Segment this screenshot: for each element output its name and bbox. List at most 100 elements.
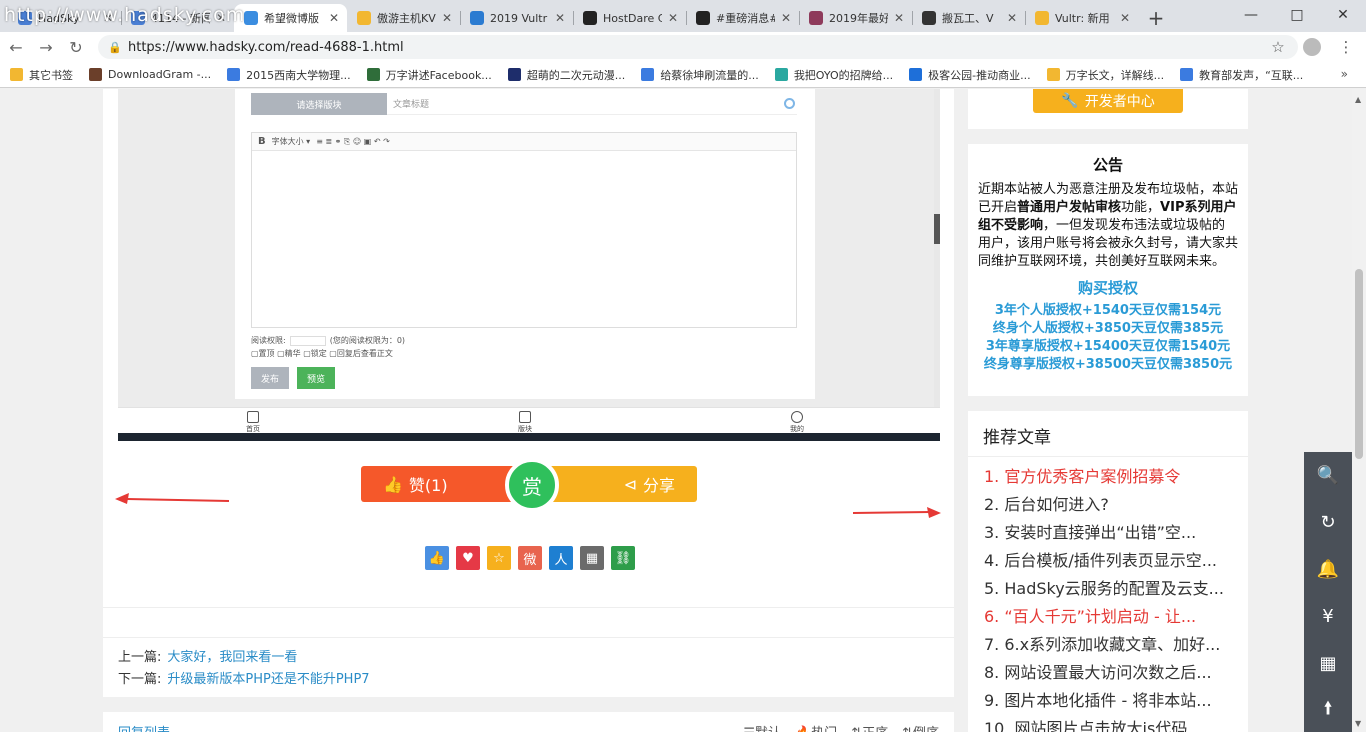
recommended-item[interactable]: 6. “百人千元”计划启动 - 让... — [984, 603, 1238, 631]
bookmark-favicon-icon — [1046, 68, 1060, 81]
address-bar[interactable]: 🔒 https://www.hadsky.com/read-4688-1.htm… — [98, 35, 1298, 59]
reload-icon[interactable]: ↻ — [62, 33, 90, 61]
tab-8[interactable]: 搬瓦工、V ✕ — [912, 4, 1025, 32]
bookmark-item[interactable]: DownloadGram -... — [89, 68, 211, 81]
buy-license-item[interactable]: 终身尊享版授权+38500天豆仅需3850元 — [978, 356, 1238, 374]
reply-sort-option[interactable]: ⇅正序 — [851, 722, 888, 732]
tab-3[interactable]: 傲游主机KV ✕ — [347, 4, 460, 32]
tab-2[interactable]: 希望微博版 ✕ — [234, 4, 347, 32]
user-icon — [791, 411, 803, 423]
page-scrollbar[interactable]: ▲ ▼ — [1352, 89, 1366, 732]
back-to-top-icon[interactable]: 🠙 — [1304, 687, 1352, 732]
bookmark-item[interactable]: 超萌的二次元动漫... — [507, 67, 625, 83]
bookmark-star-icon[interactable]: ☆ — [1266, 35, 1290, 59]
share-link-icon[interactable]: ⛓ — [611, 546, 635, 570]
buy-license-item[interactable]: 终身个人版授权+3850天豆仅需385元 — [978, 320, 1238, 338]
scroll-up-icon[interactable]: ▲ — [1355, 95, 1361, 104]
bookmark-item[interactable]: 万字长文，详解线... — [1046, 67, 1164, 83]
share-qrcode-icon[interactable]: ▦ — [580, 546, 604, 570]
maximize-icon[interactable]: □ — [1274, 0, 1320, 30]
menu-icon[interactable]: ⋮ — [1334, 35, 1358, 59]
bookmark-item[interactable]: 万字讲述Facebook... — [366, 67, 492, 83]
nav-mine: 我的 — [790, 411, 804, 434]
url-text: https://www.hadsky.com/read-4688-1.html — [128, 39, 404, 55]
buy-license-item[interactable]: 3年尊享版授权+15400天豆仅需1540元 — [978, 338, 1238, 356]
bookmark-item[interactable]: 我把OYO的招牌给... — [774, 67, 894, 83]
home-icon — [247, 411, 259, 423]
reward-button[interactable]: 赏 — [505, 458, 559, 512]
bookmark-item[interactable]: 其它书签 — [10, 67, 73, 83]
qrcode-icon[interactable]: ▦ — [1304, 640, 1352, 687]
search-icon[interactable]: 🔍 — [1304, 452, 1352, 499]
bookmark-item[interactable]: 2015西南大学物理... — [227, 67, 351, 83]
tab-favicon-icon — [470, 11, 484, 25]
article-screenshot: 请选择版块 文章标题 B 字体大小 ▾ ≡ ≣ ⚭ ⎘ ☺ ▣ ↶ ↷ 阅读权限… — [118, 89, 940, 441]
bookmark-item[interactable]: 给蔡徐坤刷流量的... — [641, 67, 759, 83]
next-article-link[interactable]: 升级最新版本PHP还是不能升PHP7 — [167, 672, 369, 687]
recommended-item[interactable]: 5. HadSky云服务的配置及云支... — [984, 575, 1238, 603]
refresh-icon[interactable]: ↻ — [1304, 499, 1352, 546]
recommended-item[interactable]: 1. 官方优秀客户案例招募令 — [984, 463, 1238, 491]
tab-close-icon[interactable]: ✕ — [553, 11, 567, 25]
recommended-item[interactable]: 9. 图片本地化插件 - 将非本站... — [984, 687, 1238, 715]
recommended-item[interactable]: 3. 安装时直接弹出“出错”空... — [984, 519, 1238, 547]
bookmark-item[interactable]: 极客公园-推动商业... — [909, 67, 1031, 83]
tab-close-icon[interactable]: ✕ — [666, 11, 680, 25]
tab-title: 希望微博版 — [264, 12, 319, 25]
reply-list-title: 回复列表 — [118, 722, 170, 732]
divider — [968, 456, 1248, 457]
developer-center-button[interactable]: 🔧 开发者中心 — [1033, 89, 1183, 113]
tab-9[interactable]: Vultr: 新用 ✕ — [1025, 4, 1138, 32]
share-star-icon[interactable]: ☆ — [487, 546, 511, 570]
tab-6[interactable]: #重磅消息# ✕ — [686, 4, 799, 32]
article-card: 请选择版块 文章标题 B 字体大小 ▾ ≡ ≣ ⚭ ⎘ ☺ ▣ ↶ ↷ 阅读权限… — [103, 89, 954, 697]
bookmark-item[interactable]: 教育部发声，“互联... — [1180, 67, 1303, 83]
developer-center-label: 开发者中心 — [1084, 94, 1155, 110]
tab-close-icon[interactable]: ✕ — [779, 11, 793, 25]
reply-sort-option[interactable]: ⇅倒序 — [902, 722, 939, 732]
prev-label: 上一篇: — [118, 650, 162, 665]
new-tab-button[interactable]: + — [1142, 4, 1170, 32]
notification-bell-icon[interactable]: 🔔 — [1304, 546, 1352, 593]
minimize-icon[interactable]: — — [1228, 0, 1274, 30]
bookmark-favicon-icon — [366, 68, 380, 81]
recommended-item[interactable]: 8. 网站设置最大访问次数之后... — [984, 659, 1238, 687]
back-icon[interactable]: ← — [2, 33, 30, 61]
prev-article-link[interactable]: 大家好，我回来看一看 — [167, 650, 297, 665]
bookmark-favicon-icon — [10, 68, 23, 81]
editor-toolbar: B 字体大小 ▾ ≡ ≣ ⚭ ⎘ ☺ ▣ ↶ ↷ — [252, 133, 796, 151]
tab-4[interactable]: 2019 Vultr ✕ — [460, 4, 573, 32]
bookmarks-more-icon[interactable]: » — [1341, 67, 1348, 81]
forward-icon[interactable]: → — [32, 33, 60, 61]
yen-icon[interactable]: ¥ — [1304, 593, 1352, 640]
next-article: 下一篇: 升级最新版本PHP还是不能升PHP7 — [118, 669, 370, 691]
tab-close-icon[interactable]: ✕ — [327, 11, 341, 25]
tab-close-icon[interactable]: ✕ — [440, 11, 454, 25]
share-favorite-icon[interactable]: ♥ — [456, 546, 480, 570]
share-weibo-icon[interactable]: 微 — [518, 546, 542, 570]
share-icon: ⊲ — [623, 474, 637, 494]
recommended-item[interactable]: 2. 后台如何进入? — [984, 491, 1238, 519]
scroll-down-icon[interactable]: ▼ — [1355, 719, 1361, 728]
share-like-icon[interactable]: 👍 — [425, 546, 449, 570]
buy-license-title[interactable]: 购买授权 — [978, 277, 1238, 298]
tab-close-icon[interactable]: ✕ — [1118, 11, 1132, 25]
tab-title: 搬瓦工、V — [942, 12, 994, 25]
profile-icon[interactable] — [1300, 35, 1324, 59]
tab-close-icon[interactable]: ✕ — [1005, 11, 1019, 25]
reply-sort-option[interactable]: ☰默认 — [743, 722, 781, 732]
tab-close-icon[interactable]: ✕ — [892, 11, 906, 25]
scrollbar-thumb[interactable] — [1355, 269, 1363, 459]
bookmark-label: 其它书签 — [29, 68, 73, 82]
recommended-item[interactable]: 7. 6.x系列添加收藏文章、加好... — [984, 631, 1238, 659]
buy-license-item[interactable]: 3年个人版授权+1540天豆仅需154元 — [978, 302, 1238, 320]
share-renren-icon[interactable]: 人 — [549, 546, 573, 570]
close-window-icon[interactable]: ✕ — [1320, 0, 1366, 30]
recommended-item[interactable]: 10. 网站图片点击放大js代码 — [984, 715, 1238, 732]
reply-sort-option[interactable]: 🔥热门 — [795, 722, 837, 732]
bookmark-label: 我把OYO的招牌给... — [793, 68, 894, 82]
tab-5[interactable]: HostDare C ✕ — [573, 4, 686, 32]
recommended-item[interactable]: 4. 后台模板/插件列表页显示空... — [984, 547, 1238, 575]
window-controls: — □ ✕ — [1228, 0, 1366, 32]
tab-7[interactable]: 2019年最好 ✕ — [799, 4, 912, 32]
